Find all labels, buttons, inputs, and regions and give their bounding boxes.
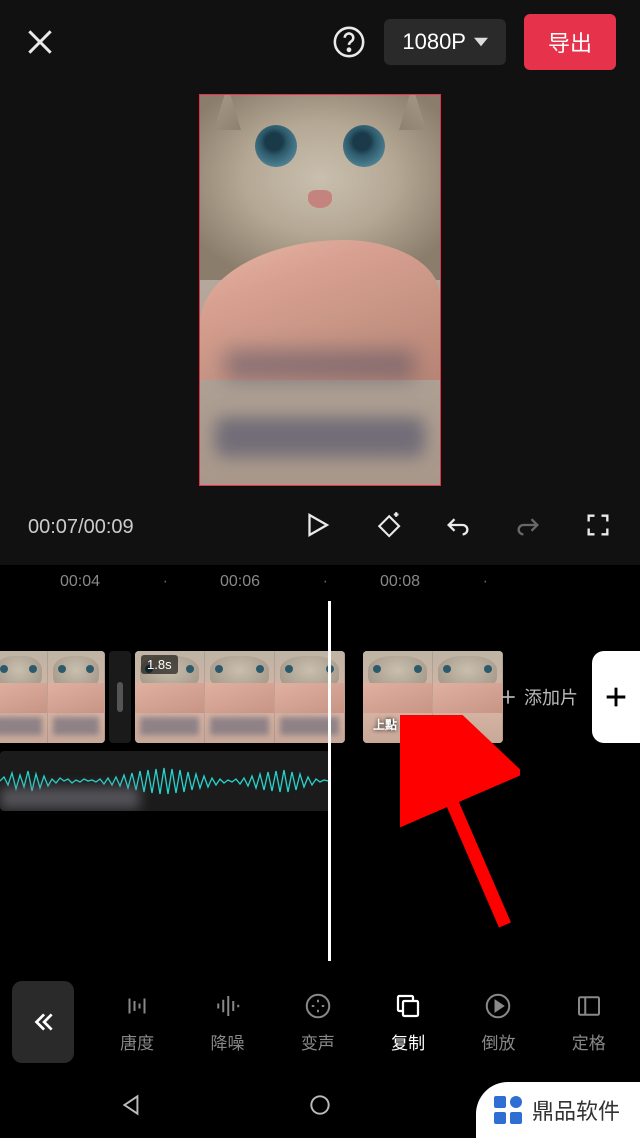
resolution-text: 1080P [402,29,466,55]
export-button[interactable]: 导出 [524,14,616,70]
redo-button[interactable] [514,511,542,544]
help-icon[interactable] [332,25,366,59]
chevron-down-icon [474,35,488,49]
plus-icon [602,683,630,711]
resolution-selector[interactable]: 1080P [384,19,506,65]
timeline-ruler[interactable]: 00:04 00:06 00:08 [0,565,640,601]
video-clip-3[interactable]: 上點 [363,651,503,743]
brand-watermark: 鼎品软件 [476,1082,640,1138]
nav-home[interactable] [307,1092,333,1123]
tool-copy[interactable]: 复制 [391,991,425,1054]
timeline[interactable]: o 1.8s 上點 添加片 [0,601,640,991]
tool-reverse[interactable]: 倒放 [481,991,515,1054]
play-button[interactable] [302,510,332,545]
video-preview[interactable] [199,94,441,486]
brand-logo-icon [492,1094,524,1126]
clip-duration: 1.8s [141,655,178,674]
tool-denoise[interactable]: 降噪 [210,991,244,1054]
tool-speed[interactable]: 唐度 [120,991,154,1054]
video-clip-2[interactable]: 1.8s [135,651,345,743]
plus-icon [498,687,518,707]
audio-track[interactable] [0,751,330,811]
collapse-toolbar-button[interactable] [12,981,74,1063]
time-display: 00:07/00:09 [28,516,134,539]
undo-button[interactable] [444,511,472,544]
bottom-toolbar: 唐度 降噪 变声 复制 倒放 定格 [0,968,640,1076]
tool-voice-change[interactable]: 变声 [301,991,335,1054]
tool-freeze[interactable]: 定格 [572,991,606,1054]
chevron-double-left-icon [30,1009,56,1035]
transition-1[interactable] [109,651,131,743]
close-button[interactable] [24,26,56,58]
video-clip-1[interactable]: o [0,651,105,743]
keyframe-button[interactable] [374,511,402,544]
add-segment-label[interactable]: 添加片 [490,651,586,743]
nav-back[interactable] [119,1092,145,1123]
fullscreen-button[interactable] [584,511,612,544]
add-clip-button[interactable] [592,651,640,743]
playhead[interactable] [328,601,331,961]
